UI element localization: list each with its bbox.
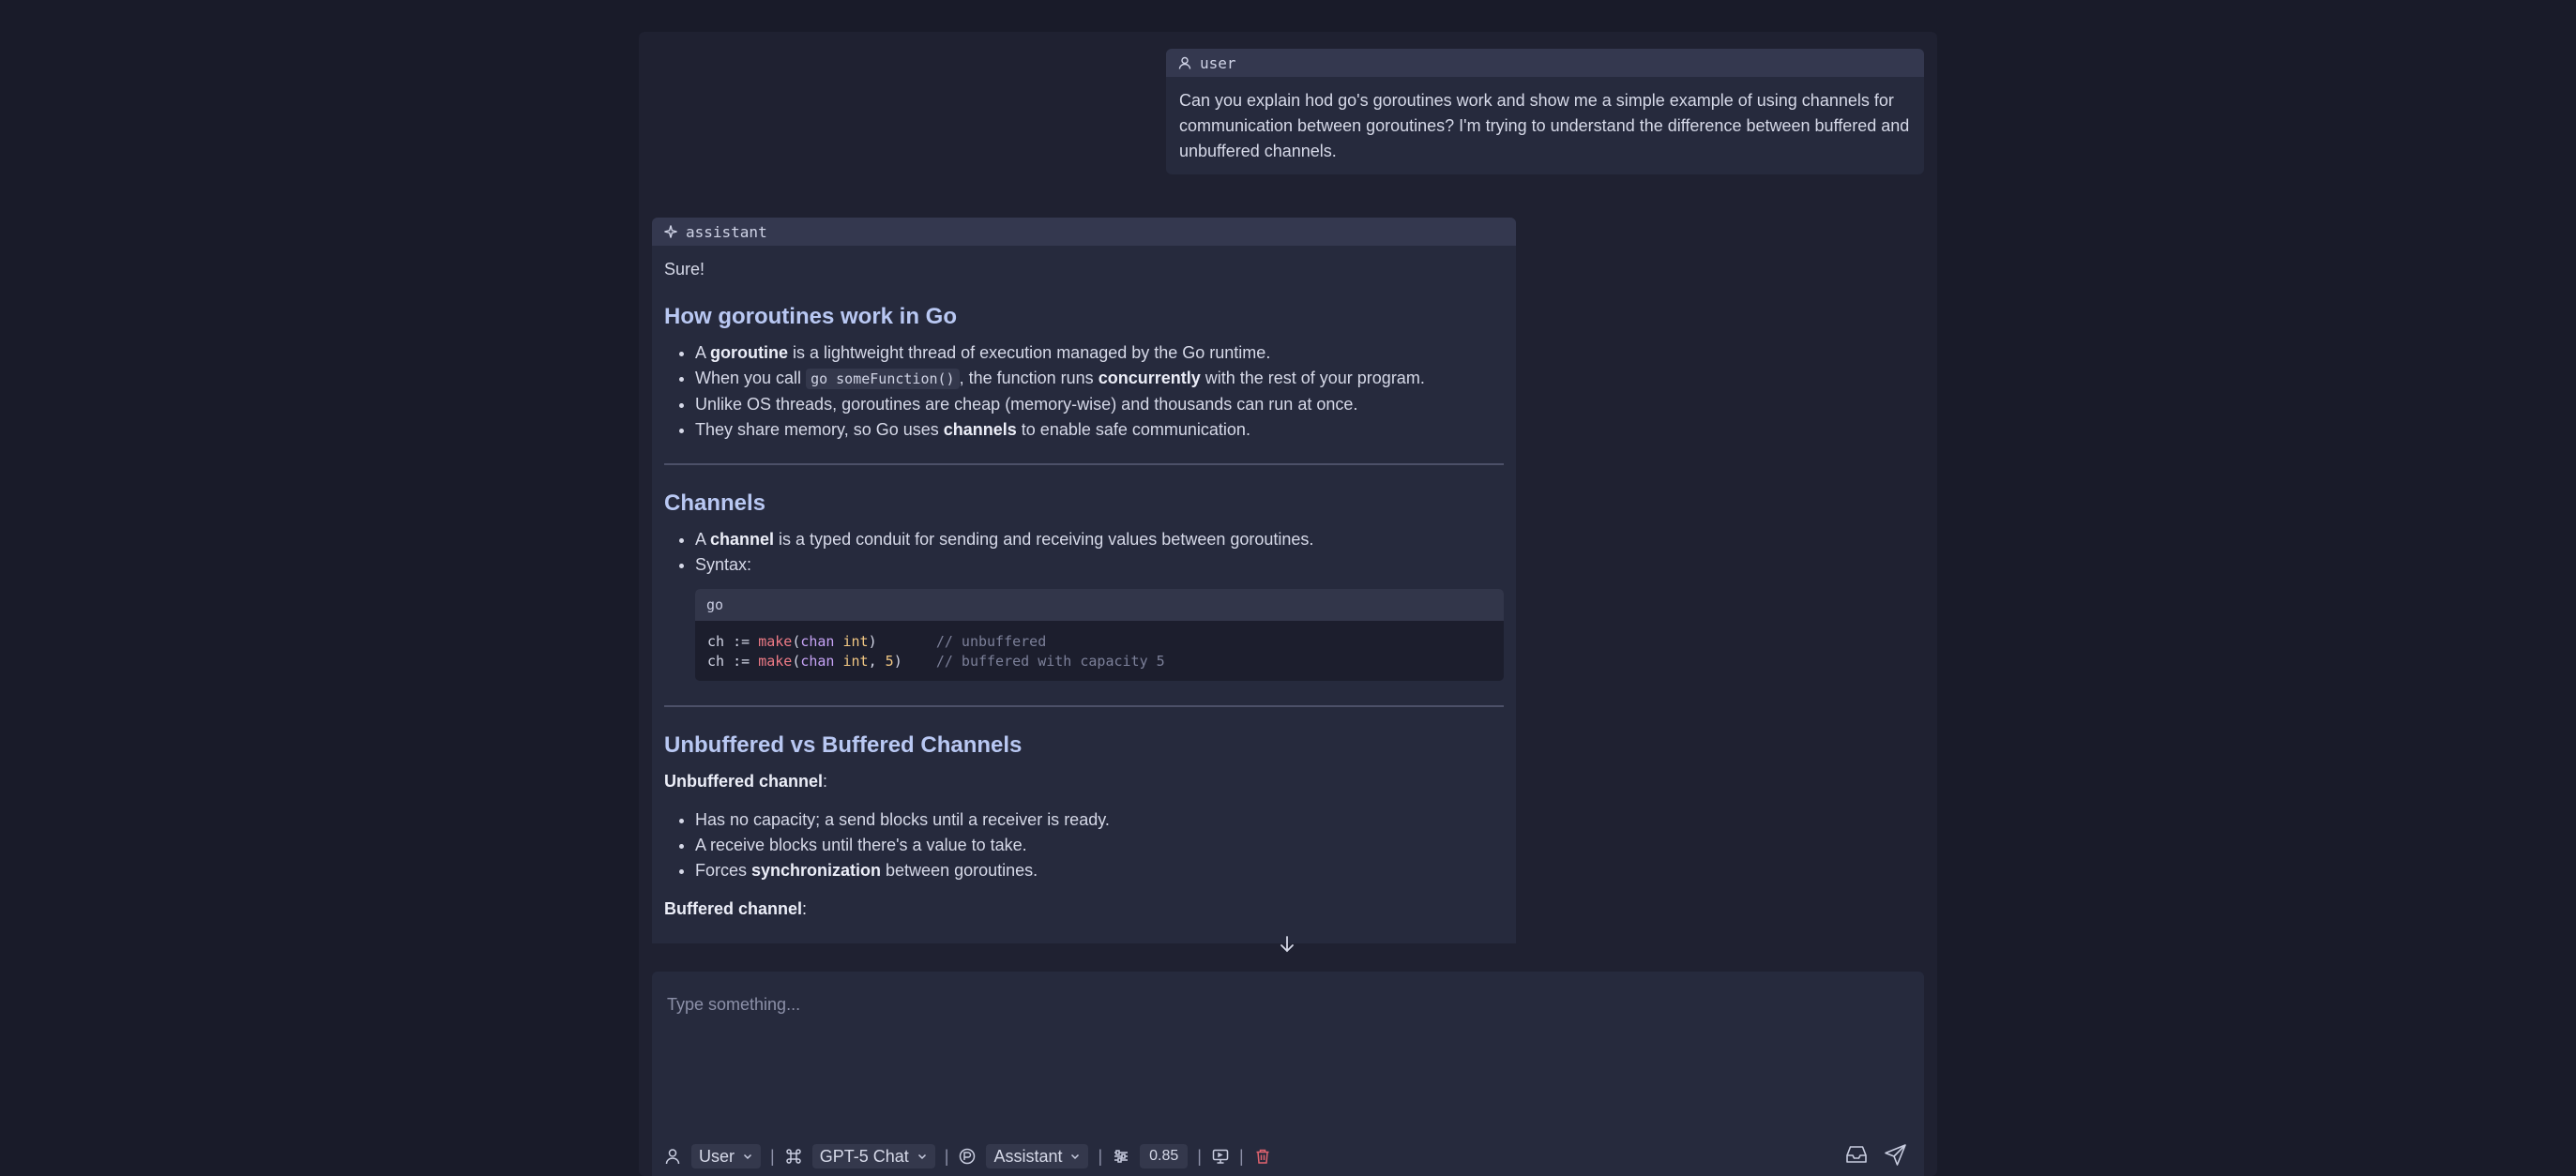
model-select[interactable]: GPT-5 Chat	[811, 1144, 935, 1168]
code-content[interactable]: ch := make(chan int) // unbuffered ch :=…	[695, 621, 1504, 681]
heading-unbuffered-vs-buffered: Unbuffered vs Buffered Channels	[664, 732, 1023, 758]
command-icon	[785, 1149, 801, 1164]
chevron-down-icon	[743, 1153, 752, 1160]
toolbar-separator: |	[1098, 1146, 1103, 1166]
assistant-message-body: Sure! How goroutines work in Go A gorout…	[652, 246, 1516, 941]
code-language-label: go	[695, 589, 1504, 621]
message-input[interactable]	[665, 985, 1888, 1024]
chat-scroll-area[interactable]: user Can you explain hod go's goroutines…	[639, 32, 1937, 943]
composer-actions	[1843, 1141, 1909, 1168]
inbox-icon[interactable]	[1843, 1141, 1870, 1168]
list-item: A receive blocks until there's a value t…	[695, 833, 1504, 858]
list-item: Unlike OS threads, goroutines are cheap …	[695, 392, 1504, 417]
user-message-text: Can you explain hod go's goroutines work…	[1179, 91, 1910, 160]
presentation-icon[interactable]	[1211, 1147, 1230, 1166]
assistant-message: assistant Sure! How goroutines work in G…	[652, 218, 1516, 943]
temperature-input[interactable]: 0.85	[1140, 1144, 1189, 1168]
sliders-icon	[1114, 1150, 1129, 1163]
toolbar-separator: |	[770, 1146, 775, 1166]
list-item: They share memory, so Go uses channels t…	[695, 417, 1504, 443]
channel-list: A channel is a typed conduit for sending…	[664, 527, 1504, 578]
chevron-down-icon	[1071, 1153, 1080, 1160]
list-item: Forces synchronization between goroutine…	[695, 858, 1504, 883]
user-icon	[1178, 56, 1191, 69]
persona-select[interactable]: Assistant	[986, 1144, 1089, 1168]
goroutine-list: A goroutine is a lightweight thread of e…	[664, 340, 1504, 443]
inline-code: go someFunction()	[806, 369, 960, 389]
trash-icon[interactable]	[1253, 1147, 1272, 1166]
list-item: Syntax:	[695, 552, 1504, 578]
heading-goroutines: How goroutines work in Go	[664, 304, 957, 329]
user-icon	[665, 1149, 680, 1165]
composer: User | GPT-5 Chat | Assistant | 0.85 | |	[652, 972, 1924, 1176]
user-role-label: user	[1200, 53, 1236, 72]
code-block: go ch := make(chan int) // unbuffered ch…	[695, 589, 1504, 681]
list-item: A goroutine is a lightweight thread of e…	[695, 340, 1504, 366]
list-item: Has no capacity; a send blocks until a r…	[695, 807, 1504, 833]
unbuffered-list: Has no capacity; a send blocks until a r…	[664, 807, 1504, 883]
toolbar-separator: |	[944, 1146, 949, 1166]
buffered-label: Buffered channel:	[664, 899, 808, 918]
sparkle-icon	[664, 225, 677, 238]
send-icon[interactable]	[1883, 1141, 1909, 1168]
list-item: A channel is a typed conduit for sending…	[695, 527, 1504, 552]
user-role-header: user	[1166, 49, 1924, 77]
assistant-role-header: assistant	[652, 218, 1516, 246]
toolbar-separator: |	[1238, 1146, 1244, 1166]
toolbar-separator: |	[1197, 1146, 1202, 1166]
role-select[interactable]: User	[691, 1144, 762, 1168]
user-message: user Can you explain hod go's goroutines…	[1166, 49, 1924, 174]
chevron-down-icon	[917, 1153, 926, 1160]
persona-icon	[960, 1148, 976, 1165]
divider	[664, 705, 1504, 707]
scroll-down-icon[interactable]	[1277, 934, 1297, 955]
divider	[664, 463, 1504, 465]
composer-toolbar: User | GPT-5 Chat | Assistant | 0.85 | |	[663, 1143, 1272, 1169]
heading-channels: Channels	[664, 490, 766, 516]
assistant-intro: Sure!	[664, 260, 705, 279]
assistant-role-label: assistant	[686, 222, 767, 241]
list-item: When you call go someFunction(), the fun…	[695, 366, 1504, 392]
unbuffered-label: Unbuffered channel:	[664, 772, 828, 791]
